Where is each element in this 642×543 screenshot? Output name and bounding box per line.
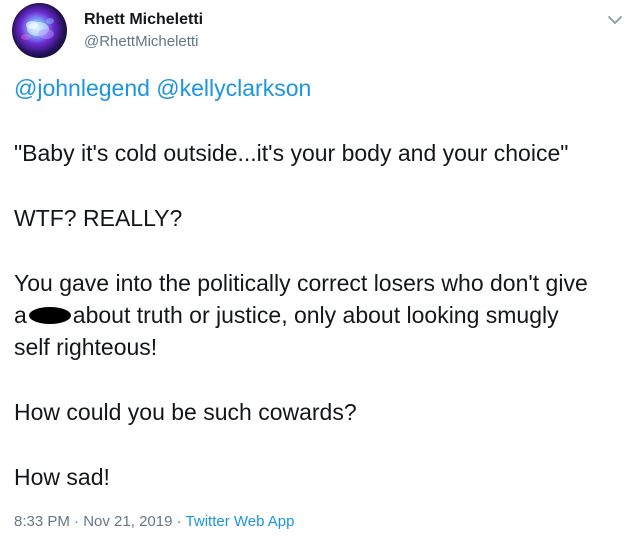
tweet-meta: 8:33 PM · Nov 21, 2019 · Twitter Web App	[14, 513, 294, 530]
tweet-text: @johnlegend @kellyclarkson "Baby it's co…	[14, 72, 626, 526]
mentions-line: @johnlegend @kellyclarkson	[14, 72, 626, 104]
question-line: How could you be such cowards?	[14, 399, 357, 425]
avatar-image	[21, 18, 54, 40]
meta-separator: ·	[74, 513, 80, 530]
meta-separator: ·	[176, 513, 182, 530]
criticism-line-2-end: about truth or justice, only about looki…	[72, 302, 559, 328]
quote-line: "Baby it's cold outside...it's your body…	[14, 140, 569, 166]
chevron-down-icon[interactable]	[604, 11, 626, 29]
tweet: Rhett Micheletti @RhettMicheletti @johnl…	[0, 0, 642, 543]
criticism-line-1: You gave into the politically correct lo…	[14, 270, 588, 296]
closing-line: How sad!	[14, 464, 110, 490]
mention-link-johnlegend[interactable]: @johnlegend	[14, 75, 150, 101]
criticism-paragraph: You gave into the politically correct lo…	[14, 267, 626, 363]
source-app-link[interactable]: Twitter Web App	[186, 513, 295, 530]
exclamation-line: WTF? REALLY?	[14, 205, 183, 231]
tweet-time[interactable]: 8:33 PM	[14, 513, 70, 530]
avatar[interactable]	[12, 3, 67, 58]
user-handle[interactable]: @RhettMicheletti	[84, 33, 198, 50]
criticism-line-3: self righteous!	[14, 334, 158, 360]
mention-link-kellyclarkson[interactable]: @kellyclarkson	[156, 75, 311, 101]
censor-mark	[28, 307, 71, 324]
criticism-line-2-start: a	[14, 302, 27, 328]
user-name[interactable]: Rhett Micheletti	[84, 11, 203, 29]
tweet-date[interactable]: Nov 21, 2019	[83, 513, 172, 530]
